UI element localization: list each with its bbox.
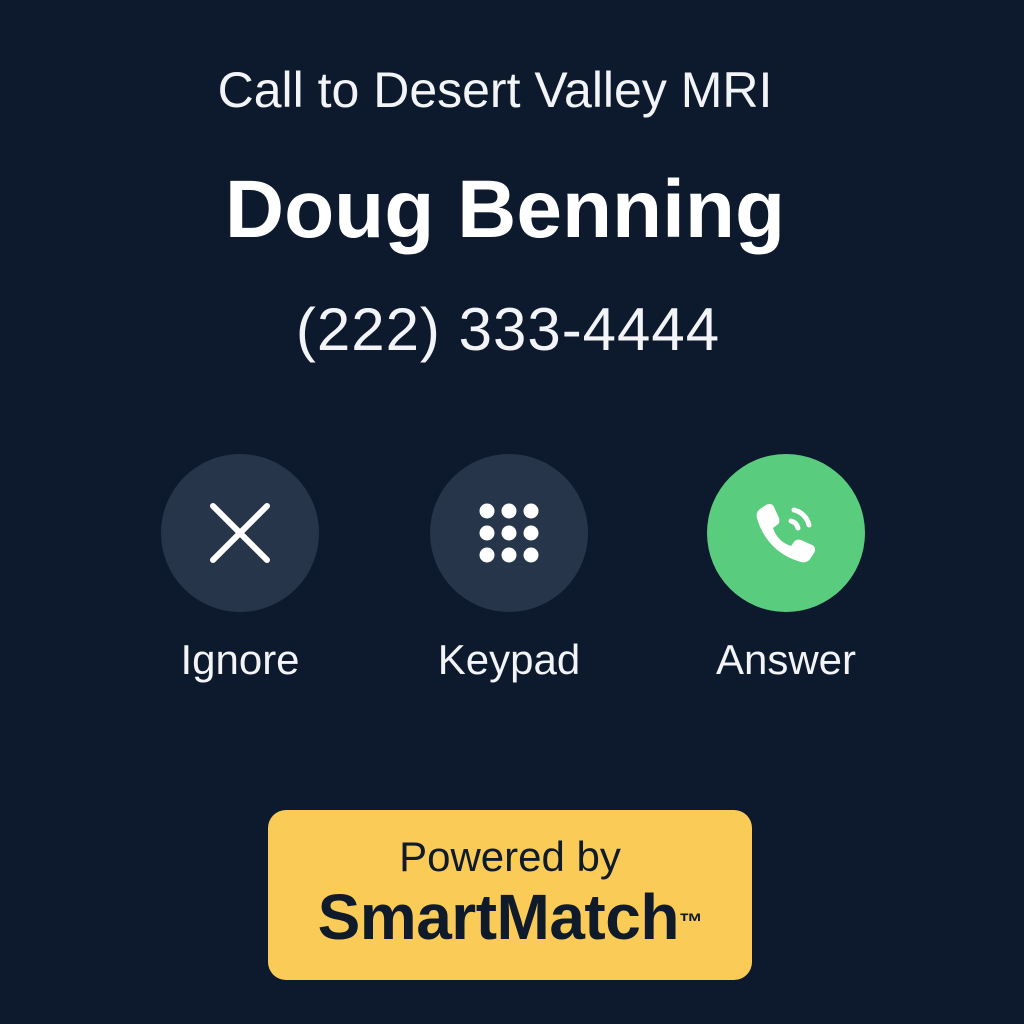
- answer-action: Answer: [686, 454, 886, 686]
- trademark-symbol: ™: [678, 909, 703, 936]
- caller-phone-number: (222) 333-4444: [295, 296, 721, 363]
- close-icon: [210, 503, 270, 563]
- keypad-icon: [479, 503, 539, 563]
- keypad-label: Keypad: [437, 636, 581, 683]
- caller-name: Doug Benning: [224, 164, 786, 255]
- answer-button[interactable]: [707, 454, 865, 612]
- answer-label: Answer: [715, 636, 857, 683]
- phone-ringing-icon: [756, 503, 816, 563]
- powered-by-text: Powered by: [399, 833, 621, 880]
- ignore-button[interactable]: [161, 454, 319, 612]
- keypad-action: Keypad: [409, 454, 609, 686]
- brand-text: SmartMatch: [317, 881, 680, 953]
- keypad-button[interactable]: [430, 454, 588, 612]
- ignore-action: Ignore: [140, 454, 340, 686]
- brand-name: SmartMatch™: [318, 881, 703, 953]
- powered-by-badge: Powered by SmartMatch™: [268, 810, 752, 980]
- call-context-label: Call to Desert Valley MRI: [217, 62, 773, 118]
- ignore-label: Ignore: [180, 636, 300, 683]
